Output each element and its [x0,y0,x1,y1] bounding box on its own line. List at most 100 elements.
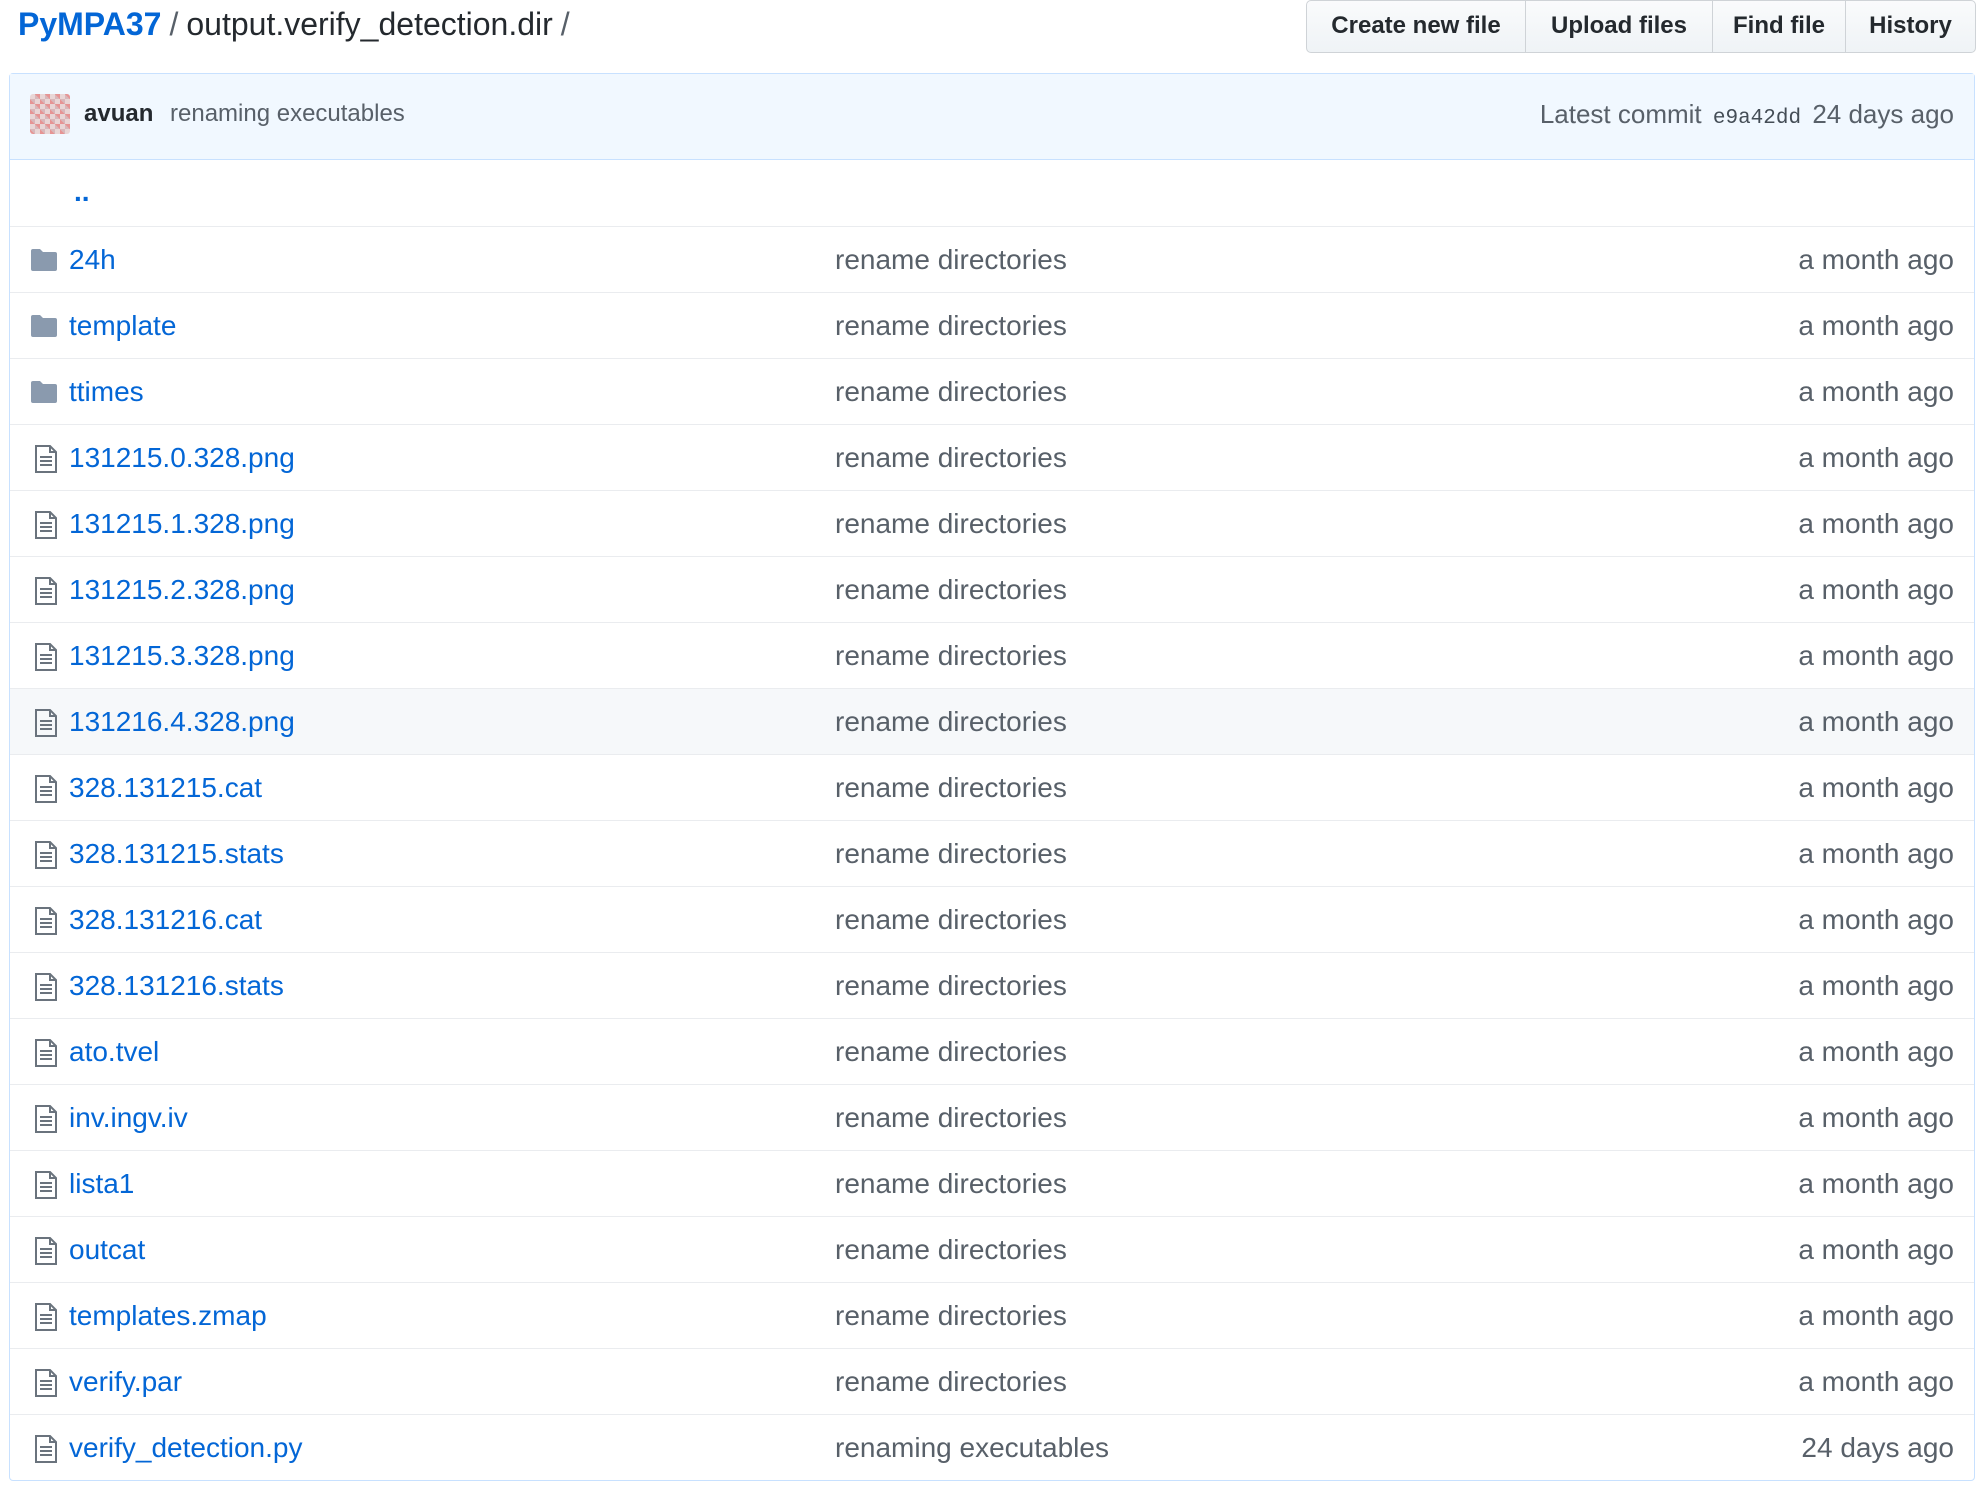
commit-message-link[interactable]: rename directories [835,768,1067,808]
file-link[interactable]: 328.131216.stats [69,966,284,1006]
commit-sha[interactable]: e9a42dd [1713,107,1801,130]
breadcrumb-trailing-separator: / [560,6,570,42]
file-icon [34,445,62,473]
file-icon [34,577,62,605]
breadcrumb-separator: / [169,6,179,42]
file-link[interactable]: 131215.3.328.png [69,636,295,676]
commit-age: a month ago [1798,1366,1954,1397]
table-row: 328.131215.cat rename directories a month … [10,754,1974,820]
commit-age: a month ago [1798,244,1954,275]
commit-message-link[interactable]: rename directories [835,372,1067,412]
repo-link[interactable]: PyMPA37 [18,6,161,42]
commit-age: a month ago [1798,1234,1954,1265]
parent-directory-row[interactable]: .. [10,160,1974,226]
table-row: 131215.2.328.png rename directories a mont… [10,556,1974,622]
folder-icon [30,313,58,339]
file-link[interactable]: 131215.1.328.png [69,504,295,544]
current-directory: output.verify_detection.dir [186,6,553,42]
file-link[interactable]: 328.131216.cat [69,900,262,940]
commit-age: a month ago [1798,574,1954,605]
table-row: ato.tvel rename directories a month ago [10,1018,1974,1084]
commit-age: a month ago [1798,640,1954,671]
file-link[interactable]: templates.zmap [69,1296,267,1336]
commit-message-link[interactable]: rename directories [835,966,1067,1006]
commit-age: a month ago [1798,970,1954,1001]
create-new-file-button[interactable]: Create new file [1307,1,1525,52]
table-row: 131215.3.328.png rename directories a mont… [10,622,1974,688]
folder-link[interactable]: template [69,306,176,346]
commit-message-link[interactable]: rename directories [835,1230,1067,1270]
commit-age: a month ago [1798,1102,1954,1133]
commit-message-link[interactable]: renaming executables [835,1428,1109,1468]
commit-message-link[interactable]: rename directories [835,1098,1067,1138]
file-link[interactable]: outcat [69,1230,145,1270]
table-row: 131215.0.328.png rename directories a mont… [10,424,1974,490]
upload-files-button[interactable]: Upload files [1525,1,1712,52]
file-icon [34,1171,62,1199]
commit-message-link[interactable]: rename directories [835,900,1067,940]
commit-message-link[interactable]: rename directories [835,1296,1067,1336]
commit-message-link[interactable]: rename directories [835,1032,1067,1072]
commit-message-link[interactable]: rename directories [835,1362,1067,1402]
table-row: verify.par rename directories a month ago [10,1348,1974,1414]
commit-age: a month ago [1798,904,1954,935]
file-link[interactable]: ato.tvel [69,1032,159,1072]
file-icon [34,1303,62,1331]
commit-message-link[interactable]: rename directories [835,438,1067,478]
table-row: verify_detection.py renaming executables 2… [10,1414,1974,1480]
table-row: 24h rename directories a month ago [10,226,1974,292]
table-row: templates.zmap rename directories a month … [10,1282,1974,1348]
commit-message[interactable]: renaming executables [170,94,405,134]
file-link[interactable]: verify_detection.py [69,1428,302,1468]
latest-commit-info: Latest commit e9a42dd 24 days ago [1540,94,1954,139]
folder-link[interactable]: 24h [69,240,116,280]
commit-age: a month ago [1798,1036,1954,1067]
file-link[interactable]: lista1 [69,1164,134,1204]
file-link[interactable]: 131216.4.328.png [69,702,295,742]
folder-icon [30,379,58,405]
commit-message-link[interactable]: rename directories [835,306,1067,346]
commit-message-link[interactable]: rename directories [835,240,1067,280]
latest-commit-label: Latest commit [1539,99,1702,129]
file-icon [34,1369,62,1397]
file-table: .. 24h rename directories a month ago templ… [10,160,1974,1480]
file-link[interactable]: 328.131215.cat [69,768,262,808]
folder-link[interactable]: ttimes [69,372,144,412]
find-file-button[interactable]: Find file [1712,1,1845,52]
commit-age: a month ago [1798,838,1954,869]
table-row: template rename directories a month ago [10,292,1974,358]
commit-message-link[interactable]: rename directories [835,1164,1067,1204]
parent-directory-link[interactable]: .. [74,174,90,210]
table-row: 328.131216.stats rename directories a mont… [10,952,1974,1018]
file-link[interactable]: 131215.0.328.png [69,438,295,478]
file-icon [34,709,62,737]
file-icon [34,643,62,671]
commit-message-link[interactable]: rename directories [835,636,1067,676]
commit-age: a month ago [1798,442,1954,473]
file-actions-toolbar: Create new file Upload files Find file H… [1306,0,1976,53]
table-row: 131216.4.328.png rename directories a mont… [10,688,1974,754]
file-icon [34,841,62,869]
file-link[interactable]: 131215.2.328.png [69,570,295,610]
file-link[interactable]: 328.131215.stats [69,834,284,874]
history-button[interactable]: History [1845,1,1975,52]
commit-age: a month ago [1798,376,1954,407]
page-header: PyMPA37/output.verify_detection.dir / Cre… [18,0,1976,60]
commit-message-link[interactable]: rename directories [835,702,1067,742]
commit-message-link[interactable]: rename directories [835,570,1067,610]
file-listing: avuan renaming executables Latest commit… [9,73,1975,1481]
commit-age: 24 days ago [1801,1432,1954,1463]
commit-age: a month ago [1798,772,1954,803]
commit-author[interactable]: avuan [84,94,153,134]
file-icon [34,511,62,539]
file-icon [34,1105,62,1133]
file-link[interactable]: verify.par [69,1362,182,1402]
file-link[interactable]: inv.ingv.iv [69,1098,188,1138]
commit-message-link[interactable]: rename directories [835,834,1067,874]
table-row: outcat rename directories a month ago [10,1216,1974,1282]
commit-age: a month ago [1798,508,1954,539]
commit-age: a month ago [1798,1168,1954,1199]
file-icon [34,775,62,803]
avatar[interactable] [30,94,70,134]
commit-message-link[interactable]: rename directories [835,504,1067,544]
